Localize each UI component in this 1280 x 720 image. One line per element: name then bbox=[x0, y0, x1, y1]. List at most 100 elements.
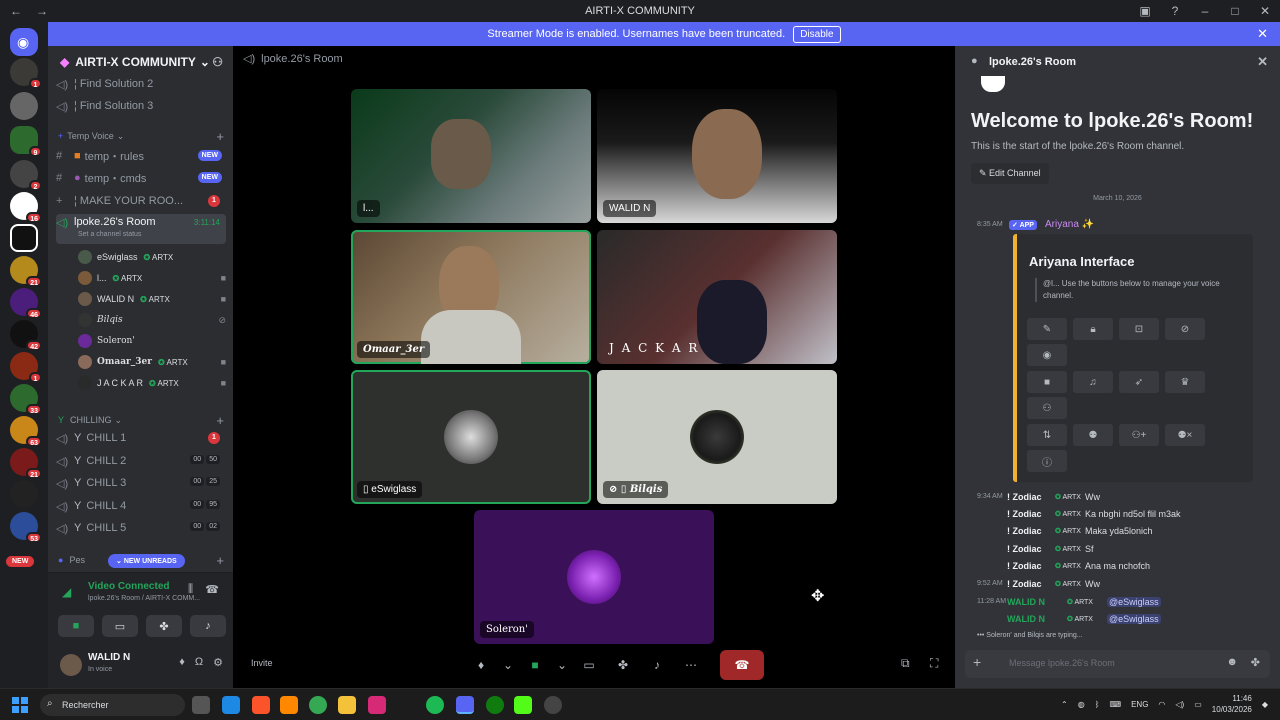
windows-start-icon[interactable] bbox=[12, 697, 28, 713]
add-user-button[interactable]: ⚇+ bbox=[1119, 424, 1159, 446]
fullscreen-icon[interactable]: ⛶ bbox=[930, 656, 938, 671]
screenshare-button[interactable]: ▭ bbox=[102, 615, 138, 637]
bluetooth-icon[interactable]: ᛒ bbox=[1095, 700, 1100, 709]
spotify-icon[interactable] bbox=[426, 696, 444, 714]
voice-member[interactable]: WALID N ✪ ARTX ■ bbox=[78, 290, 228, 308]
hide-button[interactable]: ⊘ bbox=[1165, 318, 1205, 340]
inbox-icon[interactable]: ▣ bbox=[1130, 4, 1160, 18]
add-channel-icon[interactable]: + bbox=[216, 553, 224, 568]
volume-icon[interactable]: ◁) bbox=[1175, 700, 1184, 709]
avatar-tile[interactable]: ⊘ ▯ Bilqis bbox=[597, 370, 837, 504]
discord-home-icon[interactable]: ◉ bbox=[10, 28, 38, 56]
server-icon-airtix[interactable]: 9 bbox=[10, 126, 42, 157]
microphone-icon[interactable]: ♦ bbox=[179, 656, 185, 669]
activities-button[interactable]: ✤ bbox=[146, 615, 182, 637]
server-icon[interactable]: 33 bbox=[10, 384, 42, 415]
voice-member[interactable]: Bilqis ⊘ bbox=[78, 311, 228, 329]
channel-item[interactable]: ◁) Y CHILL 3 00 25 bbox=[56, 473, 226, 493]
message-input[interactable]: + Message lpoke.26's Room ☻ ✤ bbox=[965, 650, 1270, 678]
server-icon[interactable]: 46 bbox=[10, 288, 42, 319]
voice-member[interactable]: Soleron' bbox=[78, 332, 228, 350]
camera-button[interactable]: ■ bbox=[58, 615, 94, 637]
close-icon[interactable]: ✕ bbox=[1257, 26, 1268, 42]
info-button[interactable]: ⓘ bbox=[1027, 450, 1067, 472]
channel-item[interactable]: # ■ temp・rules NEW bbox=[56, 146, 226, 166]
edit-channel-button[interactable]: ✎ Edit Channel bbox=[971, 163, 1049, 184]
user-settings-button[interactable]: ⚉ bbox=[1073, 424, 1113, 446]
close-icon[interactable]: ✕ bbox=[1257, 54, 1268, 70]
avatar-tile[interactable]: Soleron' bbox=[474, 510, 714, 644]
category-temp-voice[interactable]: + Temp Voice ⌄ + bbox=[58, 128, 228, 144]
app-icon[interactable] bbox=[544, 696, 562, 714]
new-badge[interactable]: NEW bbox=[6, 556, 35, 567]
plus-icon[interactable]: + bbox=[973, 654, 981, 670]
disconnect-icon[interactable]: ☎ bbox=[205, 583, 219, 596]
active-voice-channel[interactable]: ◁) lpoke.26's Room 3:11:14 Set a channel… bbox=[56, 214, 226, 244]
defender-icon[interactable] bbox=[222, 696, 240, 714]
channel-item[interactable]: + ¦ MAKE YOUR ROO... 1 bbox=[56, 191, 226, 211]
soundboard-button[interactable]: ♪ bbox=[190, 615, 226, 637]
bitrate-button[interactable]: ⇅ bbox=[1027, 424, 1067, 446]
add-channel-icon[interactable]: + bbox=[216, 129, 224, 144]
voice-member[interactable]: J A C K A R ✪ ARTX ■ bbox=[78, 374, 228, 392]
video-tile-speaking[interactable]: Omaar_3er bbox=[351, 230, 591, 364]
category-chilling[interactable]: Y CHILLING ⌄ + bbox=[58, 412, 228, 428]
server-icon[interactable] bbox=[10, 224, 38, 252]
file-explorer-icon[interactable] bbox=[338, 696, 356, 714]
avatar[interactable] bbox=[60, 654, 82, 676]
server-icon[interactable]: 16 bbox=[10, 192, 42, 223]
add-channel-icon[interactable]: + bbox=[216, 413, 224, 428]
video-tile[interactable]: WALID N bbox=[597, 89, 837, 223]
leave-call-button[interactable]: ☎ bbox=[720, 650, 764, 680]
apps-icon[interactable]: ✤ bbox=[1251, 656, 1260, 669]
discord-icon[interactable] bbox=[456, 696, 474, 714]
screenshare-button[interactable]: ▭ bbox=[576, 652, 602, 678]
xbox-icon[interactable] bbox=[486, 696, 504, 714]
server-icon[interactable]: 63 bbox=[10, 416, 42, 447]
channel-item[interactable]: ◁) Y CHILL 2 00 50 bbox=[56, 451, 226, 471]
close-window-button[interactable]: ✕ bbox=[1250, 4, 1280, 18]
brave-icon[interactable] bbox=[252, 696, 270, 714]
server-icon[interactable] bbox=[10, 480, 38, 508]
new-unreads-pill[interactable]: ⌄ NEW UNREADS bbox=[108, 554, 185, 568]
keyboard-icon[interactable]: ⌨ bbox=[1110, 700, 1122, 709]
noise-suppression-icon[interactable]: ⫼ bbox=[188, 583, 193, 596]
back-arrow-icon[interactable]: ← bbox=[10, 4, 22, 18]
gear-icon[interactable]: ⚙ bbox=[213, 656, 223, 669]
invite-button[interactable]: Invite bbox=[251, 658, 273, 668]
task-view-icon[interactable] bbox=[192, 696, 210, 714]
minimize-button[interactable]: – bbox=[1190, 4, 1220, 18]
music-button[interactable]: ♫ bbox=[1073, 371, 1113, 393]
avatar-tile[interactable]: ▯ eSwiglass bbox=[351, 370, 591, 504]
chevron-down-icon[interactable]: ⌄ bbox=[502, 652, 514, 678]
unlock-button[interactable]: ⊡ bbox=[1119, 318, 1159, 340]
lock-button[interactable]: 🔒︎ bbox=[1073, 318, 1113, 340]
clock[interactable]: 11:46 10/03/2026 bbox=[1212, 693, 1252, 715]
channel-item[interactable]: ◁) ¦ Find Solution 3 bbox=[56, 96, 226, 116]
server-icon[interactable]: 2 bbox=[10, 160, 42, 191]
chrome-icon[interactable] bbox=[309, 696, 327, 714]
more-icon[interactable]: ⋯ bbox=[678, 652, 704, 678]
help-icon[interactable]: ? bbox=[1160, 4, 1190, 18]
mention[interactable]: @eSwiglass bbox=[1107, 613, 1161, 624]
emoji-icon[interactable]: ☻ bbox=[1226, 656, 1238, 668]
voice-member[interactable]: eSwiglass ✪ ARTX bbox=[78, 248, 228, 266]
kick-user-button[interactable]: ⚉× bbox=[1165, 424, 1205, 446]
server-icon[interactable]: 1 bbox=[10, 352, 42, 383]
voice-member[interactable]: l... ✪ ARTX ■ bbox=[78, 269, 228, 287]
chevron-down-icon[interactable]: ⌄ bbox=[556, 652, 568, 678]
eye-icon[interactable]: ◉ bbox=[1027, 344, 1067, 366]
maximize-button[interactable]: □ bbox=[1220, 4, 1250, 18]
video-tile[interactable]: l... bbox=[351, 89, 591, 223]
voice-member[interactable]: Omaar_3er ✪ ARTX ■ bbox=[78, 353, 228, 371]
disable-button[interactable]: Disable bbox=[793, 25, 841, 43]
headphones-icon[interactable]: Ω bbox=[195, 656, 203, 669]
channel-item[interactable]: # ● temp・cmds NEW bbox=[56, 168, 226, 188]
notification-icon[interactable]: ◆ bbox=[1262, 700, 1268, 709]
activities-button[interactable]: ✤ bbox=[610, 652, 636, 678]
channel-item[interactable]: ◁) Y CHILL 4 00 95 bbox=[56, 496, 226, 516]
server-icon[interactable]: 53 bbox=[10, 512, 42, 543]
server-icon[interactable]: 1 bbox=[10, 58, 42, 89]
channel-item[interactable]: ◁) Y CHILL 11 bbox=[56, 428, 226, 448]
server-icon[interactable] bbox=[10, 92, 38, 120]
